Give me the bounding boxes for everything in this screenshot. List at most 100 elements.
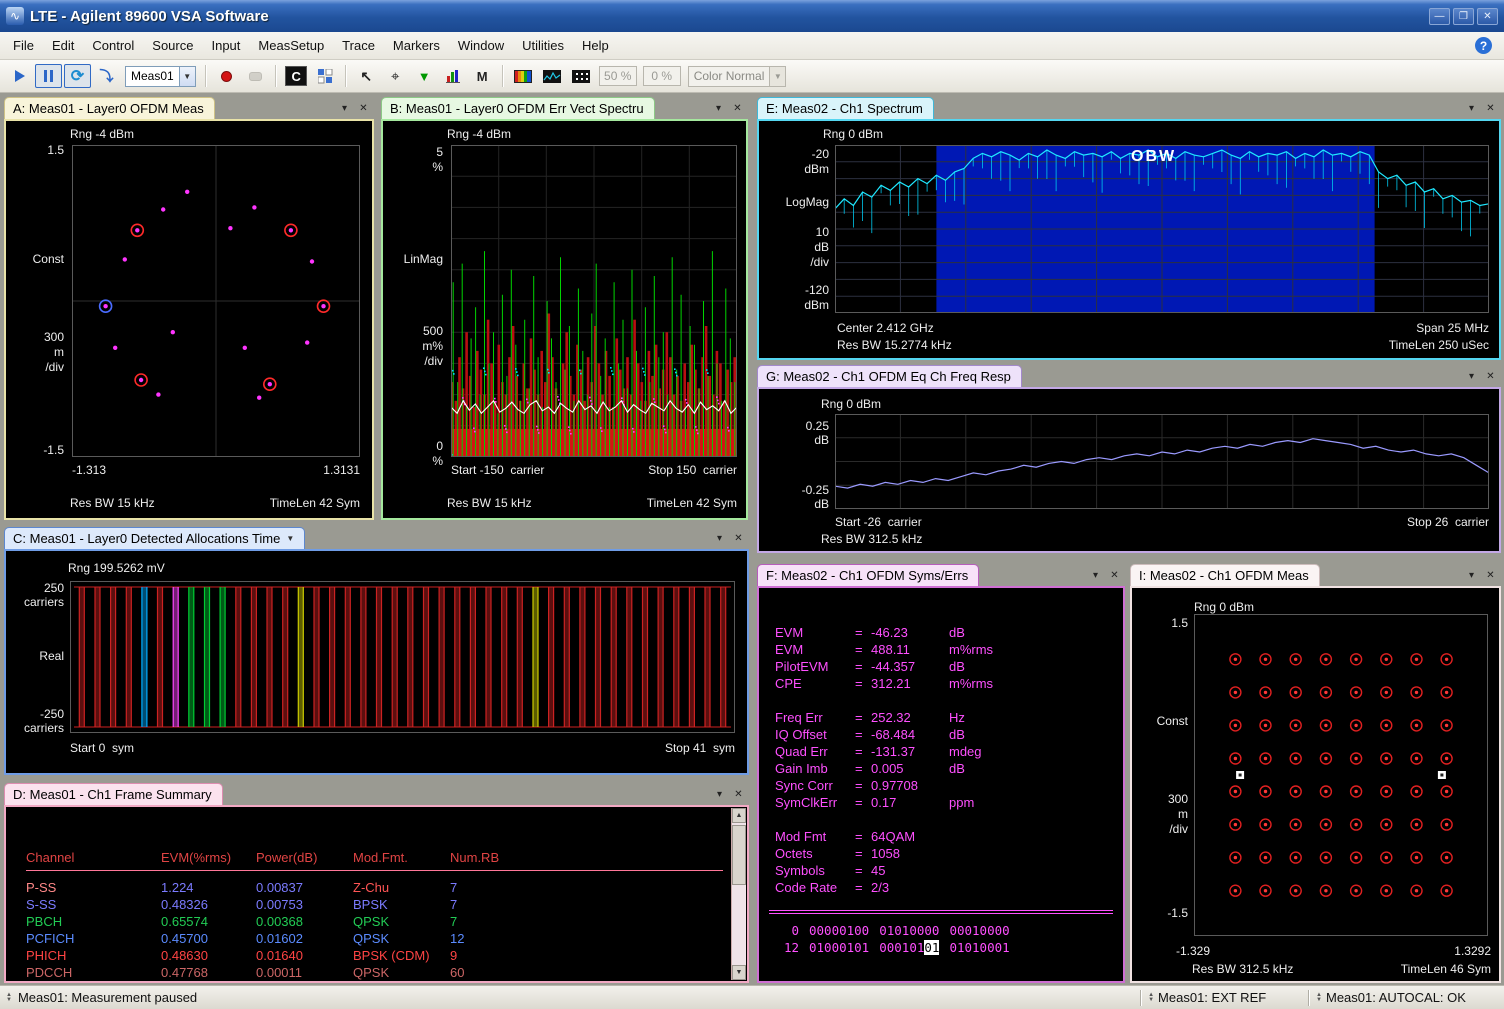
y-axis-label: -120: [759, 283, 829, 297]
panel-a-body: Rng -4 dBm 1.5 Const 300 m /div -1.5 -1.…: [4, 119, 374, 520]
panel-a-close-button[interactable]: ✕: [356, 101, 371, 115]
panel-i-minimize-button[interactable]: ▾: [1464, 568, 1479, 582]
status-spinner[interactable]: ▲▼: [2, 993, 16, 1003]
layout-grid-icon: [318, 69, 333, 84]
panel-a-title: A: Meas01 - Layer0 OFDM Meas: [13, 101, 204, 116]
bar-display-button[interactable]: [440, 64, 467, 88]
constellation-plot[interactable]: [72, 145, 360, 457]
panel-f-close-button[interactable]: ✕: [1107, 568, 1122, 582]
marker-select-button[interactable]: ⌖: [382, 64, 409, 88]
panel-g-close-button[interactable]: ✕: [1483, 369, 1498, 383]
panel-a-tab[interactable]: A: Meas01 - Layer0 OFDM Meas: [4, 97, 215, 119]
y-axis-label: carriers: [6, 595, 64, 609]
record-button[interactable]: [213, 64, 240, 88]
bit-row: 12010001010001010101010001: [775, 939, 1115, 956]
y-axis-label: 1.5: [6, 143, 64, 157]
panel-e-title: E: Meas02 - Ch1 Spectrum: [766, 101, 923, 116]
y-axis-label: carriers: [6, 721, 64, 735]
panel-d-minimize-button[interactable]: ▾: [712, 787, 727, 801]
toolbar: ⟳ ⤵ Meas01 ▼ C ↖ ⌖ ▼ M: [0, 60, 1504, 93]
correction-button[interactable]: C: [283, 64, 310, 88]
scroll-thumb[interactable]: [732, 825, 746, 885]
panel-i-tab[interactable]: I: Meas02 - Ch1 OFDM Meas: [1130, 564, 1320, 586]
menu-file[interactable]: File: [4, 33, 43, 58]
result-row: SymClkErr=0.17ppm: [775, 794, 1115, 811]
panel-e-minimize-button[interactable]: ▾: [1464, 101, 1479, 115]
result-row: EVM=-46.23dB: [775, 624, 1115, 641]
run-button[interactable]: [6, 64, 33, 88]
minimize-window-button[interactable]: —: [1429, 8, 1450, 25]
close-window-button[interactable]: ✕: [1477, 8, 1498, 25]
allocations-plot[interactable]: [70, 581, 735, 733]
menu-meassetup[interactable]: MeasSetup: [249, 33, 333, 58]
panel-b-title: B: Meas01 - Layer0 OFDM Err Vect Spectru: [390, 101, 644, 116]
layout-button[interactable]: [312, 64, 339, 88]
panel-b-close-button[interactable]: ✕: [730, 101, 745, 115]
menu-help[interactable]: Help: [573, 33, 618, 58]
panel-g-minimize-button[interactable]: ▾: [1464, 369, 1479, 383]
pause-button[interactable]: [35, 64, 62, 88]
toolbar-separator: [502, 65, 504, 87]
chevron-down-icon: ▼: [179, 67, 195, 86]
panel-b-tab[interactable]: B: Meas01 - Layer0 OFDM Err Vect Spectru: [381, 97, 655, 119]
panel-i-body: Rng 0 dBm 1.5 Const 300 m /div -1.5 -1.3…: [1130, 586, 1501, 983]
menu-trace[interactable]: Trace: [333, 33, 384, 58]
y-axis-label: 1.5: [1132, 616, 1188, 630]
menu-edit[interactable]: Edit: [43, 33, 83, 58]
freq-resp-plot[interactable]: [835, 414, 1489, 509]
panel-a-minimize-button[interactable]: ▾: [337, 101, 352, 115]
spectrogram-color-button[interactable]: [510, 64, 537, 88]
spectrum-plot[interactable]: [835, 145, 1489, 313]
pointer-tool-button[interactable]: ↖: [353, 64, 380, 88]
panel-b-minimize-button[interactable]: ▾: [711, 101, 726, 115]
scroll-down-icon[interactable]: ▼: [732, 965, 746, 980]
y-axis-label: m%: [383, 339, 443, 353]
x-axis-label: Start -150 carrier: [451, 463, 544, 477]
menu-markers[interactable]: Markers: [384, 33, 449, 58]
chevron-down-icon: ▼: [769, 67, 785, 86]
marker-table-button[interactable]: M: [469, 64, 496, 88]
x-axis-label: -1.313: [72, 463, 106, 477]
trace-select-dropdown-icon[interactable]: ▼: [286, 534, 294, 543]
x-axis-label: Stop 150 carrier: [648, 463, 737, 477]
panel-d-tab[interactable]: D: Meas01 - Ch1 Frame Summary: [4, 783, 223, 805]
restore-window-button[interactable]: ❐: [1453, 8, 1474, 25]
bit-row: 0000001000101000000010000: [775, 922, 1115, 939]
panel-g-title: G: Meas02 - Ch1 OFDM Eq Ch Freq Resp: [766, 369, 1011, 384]
repeat-button[interactable]: ⟳: [64, 64, 91, 88]
menu-control[interactable]: Control: [83, 33, 143, 58]
measurement-select[interactable]: Meas01 ▼: [125, 66, 196, 87]
x-scale-field: 50 %: [599, 66, 637, 86]
error-spectrum-plot[interactable]: [451, 145, 737, 457]
range-label: Rng 0 dBm: [1194, 600, 1254, 614]
menu-input[interactable]: Input: [202, 33, 249, 58]
menu-window[interactable]: Window: [449, 33, 513, 58]
menu-source[interactable]: Source: [143, 33, 202, 58]
panel-g-tab[interactable]: G: Meas02 - Ch1 OFDM Eq Ch Freq Resp: [757, 365, 1022, 387]
help-icon[interactable]: ?: [1475, 37, 1492, 54]
y-axis-label: LogMag: [759, 195, 829, 209]
peak-search-button[interactable]: ▼: [411, 64, 438, 88]
panel-e-close-button[interactable]: ✕: [1483, 101, 1498, 115]
panel-f-tab[interactable]: F: Meas02 - Ch1 OFDM Syms/Errs: [757, 564, 979, 586]
x-axis-label: Stop 26 carrier: [1407, 515, 1489, 529]
color-mode-select: Color Normal ▼: [688, 66, 787, 87]
status-spinner[interactable]: ▲▼: [1144, 993, 1158, 1003]
y-axis-label: 5: [383, 145, 443, 159]
status-spinner[interactable]: ▲▼: [1312, 993, 1326, 1003]
panel-f-minimize-button[interactable]: ▾: [1088, 568, 1103, 582]
frame-summary-scrollbar[interactable]: ▲ ▼: [731, 808, 746, 980]
panel-c-minimize-button[interactable]: ▾: [712, 531, 727, 545]
scroll-up-icon[interactable]: ▲: [732, 808, 746, 823]
panel-c-tab[interactable]: C: Meas01 - Layer0 Detected Allocations …: [4, 527, 305, 549]
qam-constellation-plot[interactable]: [1194, 614, 1488, 936]
constellation-display-button[interactable]: [568, 64, 595, 88]
y-axis-label: dBm: [759, 298, 829, 312]
panel-e-tab[interactable]: E: Meas02 - Ch1 Spectrum: [757, 97, 934, 119]
panel-i-close-button[interactable]: ✕: [1483, 568, 1498, 582]
single-button[interactable]: ⤵: [93, 64, 120, 88]
panel-c-close-button[interactable]: ✕: [731, 531, 746, 545]
menu-utilities[interactable]: Utilities: [513, 33, 573, 58]
spectrum-display-button[interactable]: [539, 64, 566, 88]
panel-d-close-button[interactable]: ✕: [731, 787, 746, 801]
